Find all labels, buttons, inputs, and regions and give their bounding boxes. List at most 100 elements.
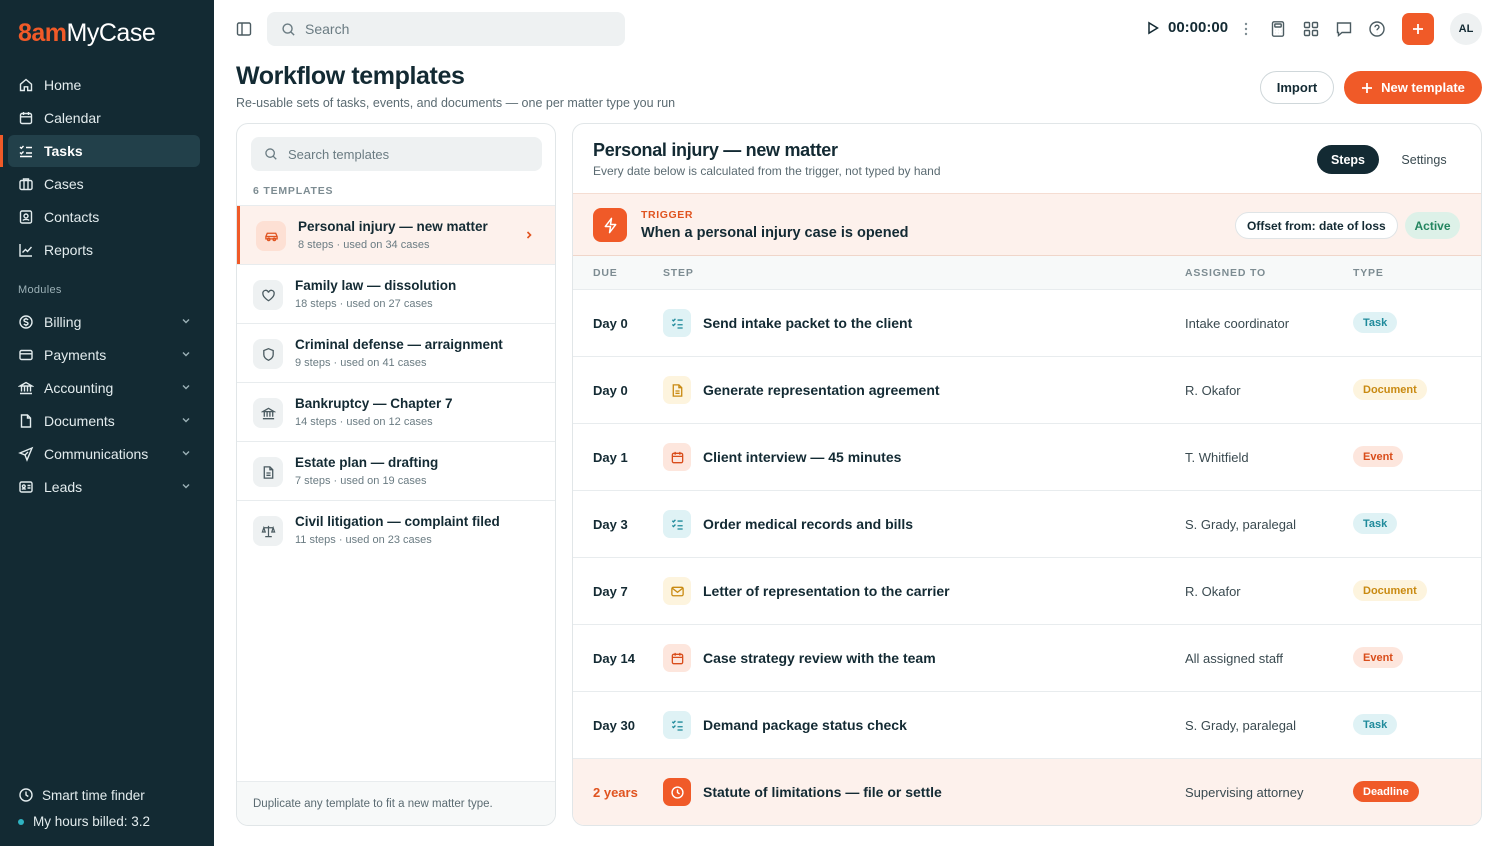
smart-time-finder-link[interactable]: Smart time finder	[18, 787, 145, 803]
play-icon	[1148, 20, 1159, 35]
search-icon	[265, 148, 277, 160]
table-row[interactable]: Day 7 Letter of representation to the ca…	[573, 558, 1481, 625]
tab-steps[interactable]: Steps	[1317, 145, 1379, 174]
steps-table-header: DUE STEP ASSIGNED TO TYPE	[573, 256, 1481, 290]
chat-icon[interactable]	[1335, 20, 1353, 38]
step-due: Day 30	[593, 718, 635, 733]
sidebar-toggle-icon[interactable]	[236, 21, 252, 37]
sidebar-item-label: Home	[44, 77, 82, 93]
quick-add-button[interactable]	[1402, 13, 1434, 45]
template-item-family-law[interactable]: Family law — dissolution 18 steps · used…	[237, 264, 555, 323]
timer-value: 00:00:00	[1168, 19, 1229, 36]
chevron-down-icon	[182, 484, 190, 489]
sidebar-item-documents[interactable]: Documents	[8, 405, 200, 437]
sidebar-item-label: Tasks	[44, 143, 83, 159]
sidebar-item-tasks[interactable]: Tasks	[0, 135, 200, 167]
step-name: Case strategy review with the team	[703, 650, 936, 666]
type-badge: Event	[1353, 446, 1403, 467]
sidebar-item-reports[interactable]: Reports	[8, 234, 200, 266]
template-meta: 18 steps · used on 27 cases	[295, 298, 433, 310]
table-row-deadline[interactable]: 2 years Statute of limitations — file or…	[573, 759, 1481, 825]
global-search-input[interactable]: Search	[267, 12, 625, 46]
sidebar-item-home[interactable]: Home	[8, 69, 200, 101]
briefcase-icon	[18, 176, 34, 192]
template-item-civil-litigation[interactable]: Civil litigation — complaint filed 11 st…	[237, 500, 555, 559]
timer[interactable]: 00:00:00	[1146, 19, 1228, 36]
table-row[interactable]: Day 30 Demand package status check S. Gr…	[573, 692, 1481, 759]
table-row[interactable]: Day 14 Case strategy review with the tea…	[573, 625, 1481, 692]
avatar[interactable]: AL	[1450, 13, 1482, 45]
template-name: Civil litigation — complaint filed	[295, 514, 500, 529]
sidebar: 8amMyCase Home Calendar Tasks Cases Cont…	[0, 0, 214, 846]
step-assignee: All assigned staff	[1185, 651, 1284, 666]
calendar-icon	[663, 644, 691, 672]
chevron-down-icon	[182, 451, 190, 456]
template-list-panel: Search templates 6 TEMPLATES Personal in…	[236, 123, 556, 826]
lightning-icon	[593, 208, 627, 242]
step-name: Demand package status check	[703, 717, 907, 733]
chevron-down-icon	[182, 352, 190, 357]
sidebar-item-billing[interactable]: Billing	[8, 306, 200, 338]
hours-billed-label: My hours billed: 3.2	[33, 814, 151, 829]
offset-selector[interactable]: Offset from: date of loss	[1235, 212, 1398, 239]
page-title: Workflow templates	[236, 62, 465, 90]
template-item-bankruptcy[interactable]: Bankruptcy — Chapter 7 14 steps · used o…	[237, 382, 555, 441]
new-template-button[interactable]: New template	[1344, 71, 1482, 104]
table-row[interactable]: Day 1 Client interview — 45 minutes T. W…	[573, 424, 1481, 491]
calculator-icon[interactable]	[1269, 20, 1287, 38]
apps-grid-icon[interactable]	[1302, 20, 1320, 38]
step-due: Day 14	[593, 651, 635, 666]
template-name: Personal injury — new matter	[298, 219, 488, 234]
sidebar-item-payments[interactable]: Payments	[8, 339, 200, 371]
sidebar-item-leads[interactable]: Leads	[8, 471, 200, 503]
template-item-personal-injury[interactable]: Personal injury — new matter 8 steps · u…	[237, 205, 555, 265]
app-logo[interactable]: 8amMyCase	[18, 18, 156, 48]
template-meta: 14 steps · used on 12 cases	[295, 416, 433, 428]
more-options-icon[interactable]	[1243, 21, 1249, 37]
help-icon[interactable]	[1368, 20, 1386, 38]
chevron-right-icon	[526, 231, 532, 239]
step-due: Day 3	[593, 517, 628, 532]
sidebar-item-accounting[interactable]: Accounting	[8, 372, 200, 404]
sidebar-item-label: Communications	[44, 446, 149, 462]
template-item-estate-plan[interactable]: Estate plan — drafting 7 steps · used on…	[237, 441, 555, 500]
step-name: Order medical records and bills	[703, 516, 914, 532]
import-button[interactable]: Import	[1260, 71, 1334, 104]
template-meta: 9 steps · used on 41 cases	[295, 357, 427, 369]
tab-settings[interactable]: Settings	[1389, 145, 1459, 174]
chevron-down-icon	[182, 385, 190, 390]
trigger-label: TRIGGER	[641, 209, 694, 221]
step-name: Client interview — 45 minutes	[703, 449, 902, 465]
template-meta: 7 steps · used on 19 cases	[295, 475, 427, 487]
step-due: Day 0	[593, 316, 628, 331]
template-name: Criminal defense — arraignment	[295, 337, 503, 352]
step-due: Day 0	[593, 383, 628, 398]
checklist-icon	[663, 711, 691, 739]
table-row[interactable]: Day 3 Order medical records and bills S.…	[573, 491, 1481, 558]
type-badge: Document	[1353, 379, 1427, 400]
template-item-criminal-defense[interactable]: Criminal defense — arraignment 9 steps ·…	[237, 323, 555, 382]
sidebar-item-label: Documents	[44, 413, 115, 429]
sidebar-item-cases[interactable]: Cases	[8, 168, 200, 200]
sidebar-item-calendar[interactable]: Calendar	[8, 102, 200, 134]
table-row[interactable]: Day 0 Send intake packet to the client I…	[573, 290, 1481, 357]
bank-icon	[18, 380, 34, 396]
plus-icon	[1413, 24, 1423, 34]
step-assignee: T. Whitfield	[1185, 450, 1249, 465]
step-name: Letter of representation to the carrier	[703, 583, 950, 599]
scales-icon	[253, 516, 283, 546]
contacts-icon	[18, 209, 34, 225]
sidebar-item-communications[interactable]: Communications	[8, 438, 200, 470]
hours-billed-status: My hours billed: 3.2	[18, 814, 150, 829]
tasks-icon	[18, 143, 34, 159]
column-assigned: ASSIGNED TO	[1185, 267, 1266, 279]
template-search-input[interactable]: Search templates	[251, 137, 542, 171]
sidebar-item-contacts[interactable]: Contacts	[8, 201, 200, 233]
type-badge: Document	[1353, 580, 1427, 601]
template-count: 6 TEMPLATES	[253, 185, 334, 197]
checklist-icon	[663, 309, 691, 337]
heart-icon	[253, 280, 283, 310]
type-badge: Task	[1353, 513, 1398, 534]
column-due: DUE	[593, 267, 618, 279]
table-row[interactable]: Day 0 Generate representation agreement …	[573, 357, 1481, 424]
